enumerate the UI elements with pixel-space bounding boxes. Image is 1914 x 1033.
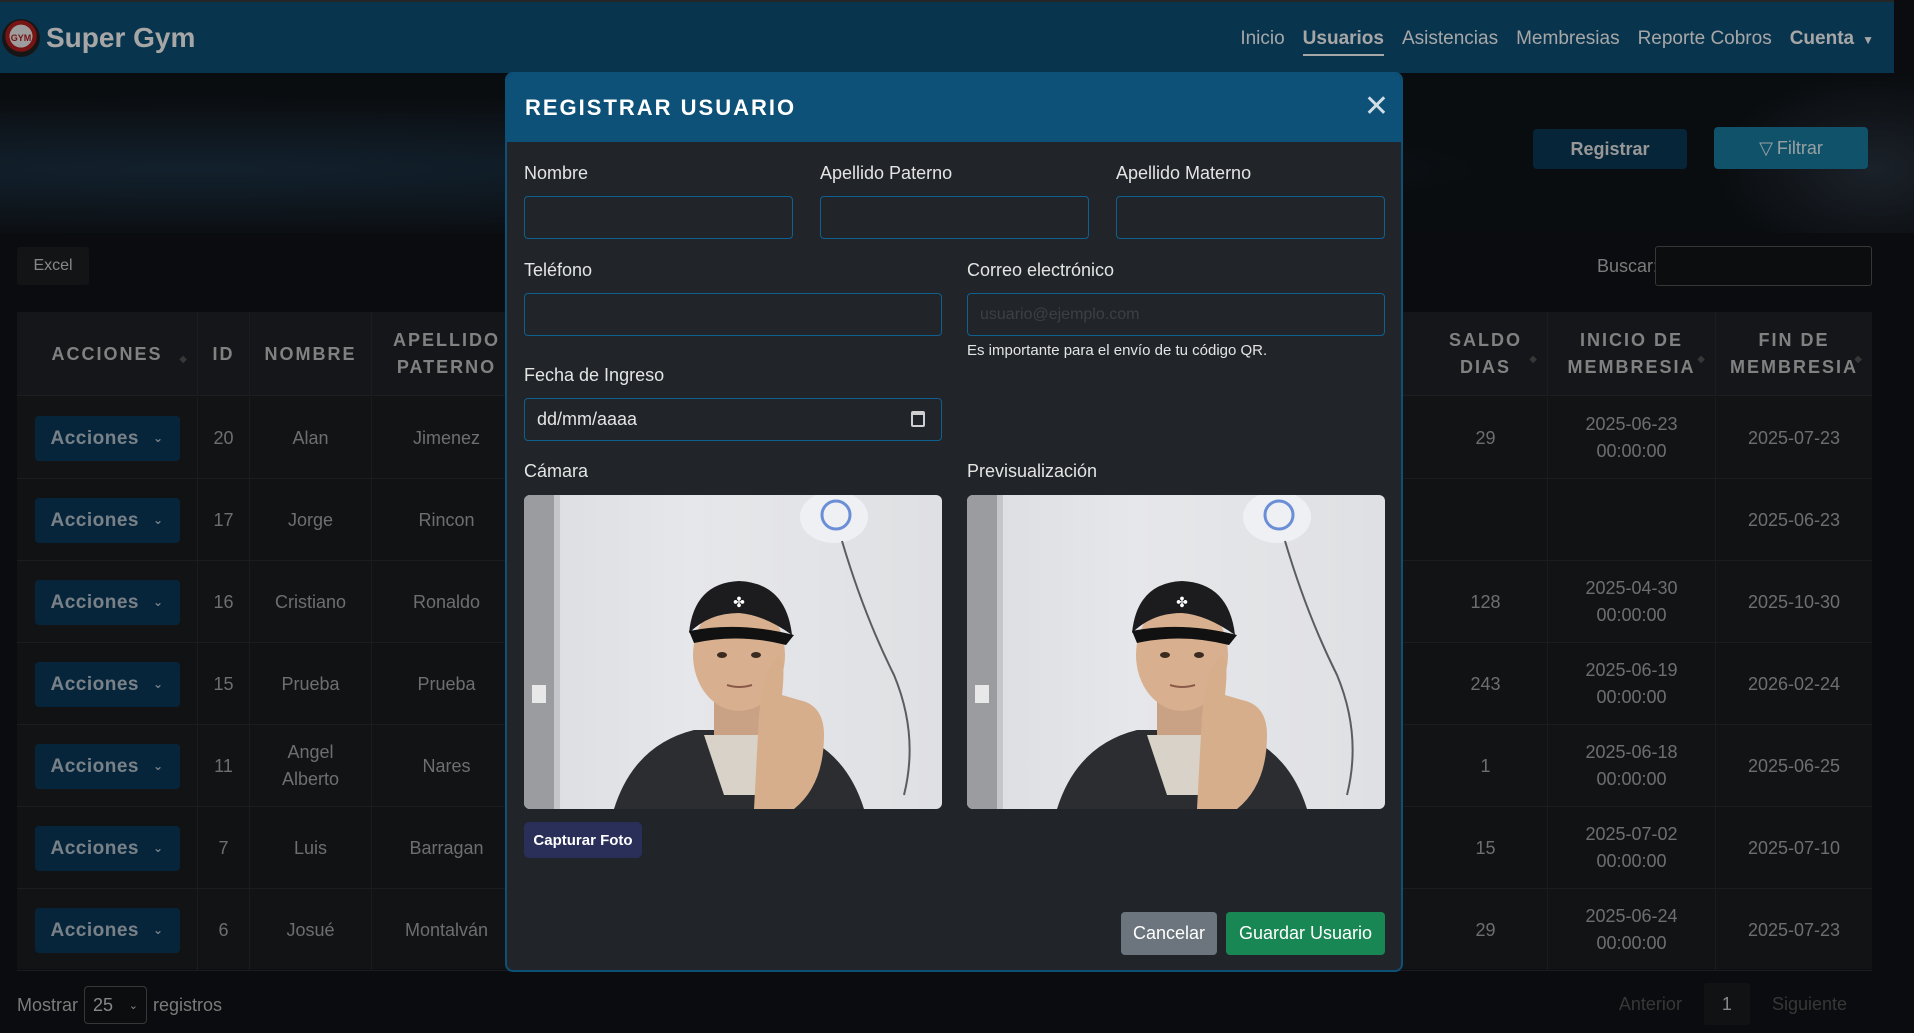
apellido-paterno-label: Apellido Paterno bbox=[820, 163, 953, 183]
camera-feed: ✤ bbox=[524, 495, 942, 809]
camara-label: Cámara bbox=[524, 461, 589, 481]
photo-preview: ✤ bbox=[967, 495, 1385, 809]
modal-title: REGISTRAR USUARIO bbox=[525, 95, 797, 120]
svg-text:✤: ✤ bbox=[733, 595, 745, 611]
calendar-icon[interactable] bbox=[911, 411, 925, 427]
nombre-input[interactable] bbox=[524, 196, 793, 239]
cancelar-button[interactable]: Cancelar bbox=[1121, 912, 1217, 955]
register-user-modal: REGISTRAR USUARIO ✕ Nombre Apellido Pate… bbox=[505, 72, 1403, 972]
telefono-input[interactable] bbox=[524, 293, 942, 336]
apellido-materno-input[interactable] bbox=[1116, 196, 1385, 239]
fecha-placeholder: dd/mm/aaaa bbox=[537, 409, 638, 429]
correo-input[interactable]: usuario@ejemplo.com bbox=[967, 293, 1385, 336]
telefono-label: Teléfono bbox=[524, 260, 593, 280]
guardar-usuario-button[interactable]: Guardar Usuario bbox=[1226, 912, 1385, 955]
capturar-foto-button[interactable]: Capturar Foto bbox=[524, 822, 642, 858]
close-icon[interactable]: ✕ bbox=[1364, 92, 1389, 122]
fecha-ingreso-label: Fecha de Ingreso bbox=[524, 365, 665, 385]
fecha-ingreso-input[interactable]: dd/mm/aaaa bbox=[524, 398, 942, 441]
correo-placeholder: usuario@ejemplo.com bbox=[980, 305, 1140, 323]
correo-label: Correo electrónico bbox=[967, 260, 1115, 280]
nombre-label: Nombre bbox=[524, 163, 589, 183]
correo-hint: Es importante para el envío de tu código… bbox=[967, 342, 1268, 359]
modal-header: REGISTRAR USUARIO ✕ bbox=[507, 74, 1401, 142]
apellido-materno-label: Apellido Materno bbox=[1116, 163, 1252, 183]
apellido-paterno-input[interactable] bbox=[820, 196, 1089, 239]
preview-image: ✤ bbox=[967, 495, 1354, 809]
previsualizacion-label: Previsualización bbox=[967, 461, 1098, 481]
camera-image: ✤ bbox=[524, 495, 911, 809]
svg-text:✤: ✤ bbox=[1176, 595, 1188, 611]
